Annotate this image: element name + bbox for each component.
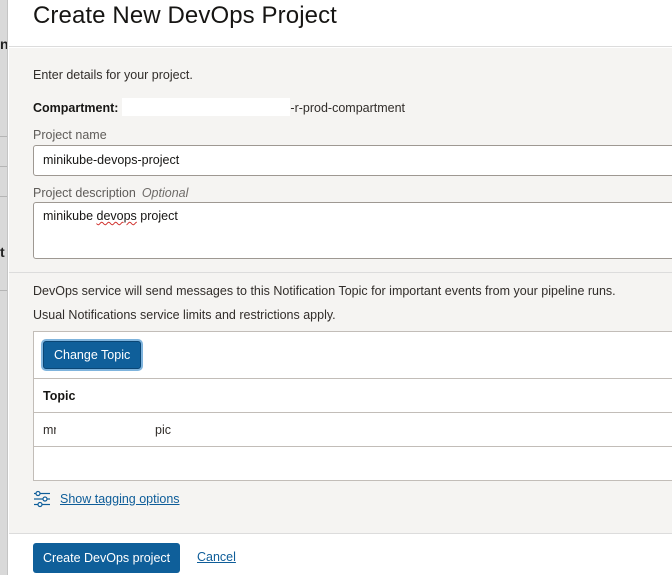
description-text-end: project bbox=[136, 209, 178, 223]
topic-name-end: pic bbox=[155, 423, 171, 437]
topic-column-header: Topic bbox=[34, 379, 672, 413]
panel-header: Create New DevOps Project bbox=[9, 0, 672, 47]
panel-body: Enter details for your project. Compartm… bbox=[9, 48, 672, 533]
topic-toolbar: Change Topic bbox=[34, 332, 672, 379]
show-tagging-options-link[interactable]: Show tagging options bbox=[60, 492, 180, 506]
change-topic-button[interactable]: Change Topic bbox=[43, 341, 142, 369]
background-page: n t bbox=[0, 0, 8, 575]
notification-notice: DevOps service will send messages to thi… bbox=[33, 284, 616, 298]
panel-title: Create New DevOps Project bbox=[33, 2, 337, 29]
description-text-start: minikube bbox=[43, 209, 97, 223]
background-text-fragment: t bbox=[0, 244, 5, 260]
create-project-panel: Create New DevOps Project Enter details … bbox=[9, 0, 672, 575]
project-name-label: Project name bbox=[33, 128, 107, 142]
background-text-fragment: n bbox=[0, 36, 8, 52]
table-row[interactable]: mr pic bbox=[34, 413, 672, 447]
compartment-row: Compartment: -r-prod-compartment bbox=[33, 98, 405, 116]
section-divider bbox=[9, 272, 672, 273]
create-devops-project-button[interactable]: Create DevOps project bbox=[33, 543, 181, 573]
background-divider bbox=[0, 290, 7, 291]
project-description-label-row: Project description Optional bbox=[33, 186, 188, 200]
background-divider bbox=[0, 166, 7, 167]
background-divider bbox=[0, 136, 7, 137]
project-name-input[interactable]: minikube-devops-project bbox=[33, 145, 672, 176]
notification-limits-notice: Usual Notifications service limits and r… bbox=[33, 308, 336, 322]
sliders-icon bbox=[34, 490, 50, 508]
compartment-value: -r-prod-compartment bbox=[290, 101, 406, 115]
redacted-block bbox=[122, 98, 291, 116]
background-divider bbox=[0, 196, 7, 197]
description-misspelled-word: devops bbox=[96, 209, 137, 223]
optional-tag: Optional bbox=[141, 186, 189, 200]
intro-text: Enter details for your project. bbox=[33, 68, 193, 82]
topic-table: Change Topic Topic mr pic bbox=[33, 331, 672, 481]
cancel-link[interactable]: Cancel bbox=[197, 550, 236, 564]
project-description-label: Project description bbox=[33, 186, 136, 200]
redacted-block bbox=[56, 421, 156, 439]
compartment-label: Compartment: bbox=[33, 101, 119, 115]
empty-row bbox=[34, 447, 672, 480]
panel-footer: Create DevOps project Cancel bbox=[9, 533, 672, 575]
project-description-textarea[interactable]: minikube devops project bbox=[33, 202, 672, 259]
